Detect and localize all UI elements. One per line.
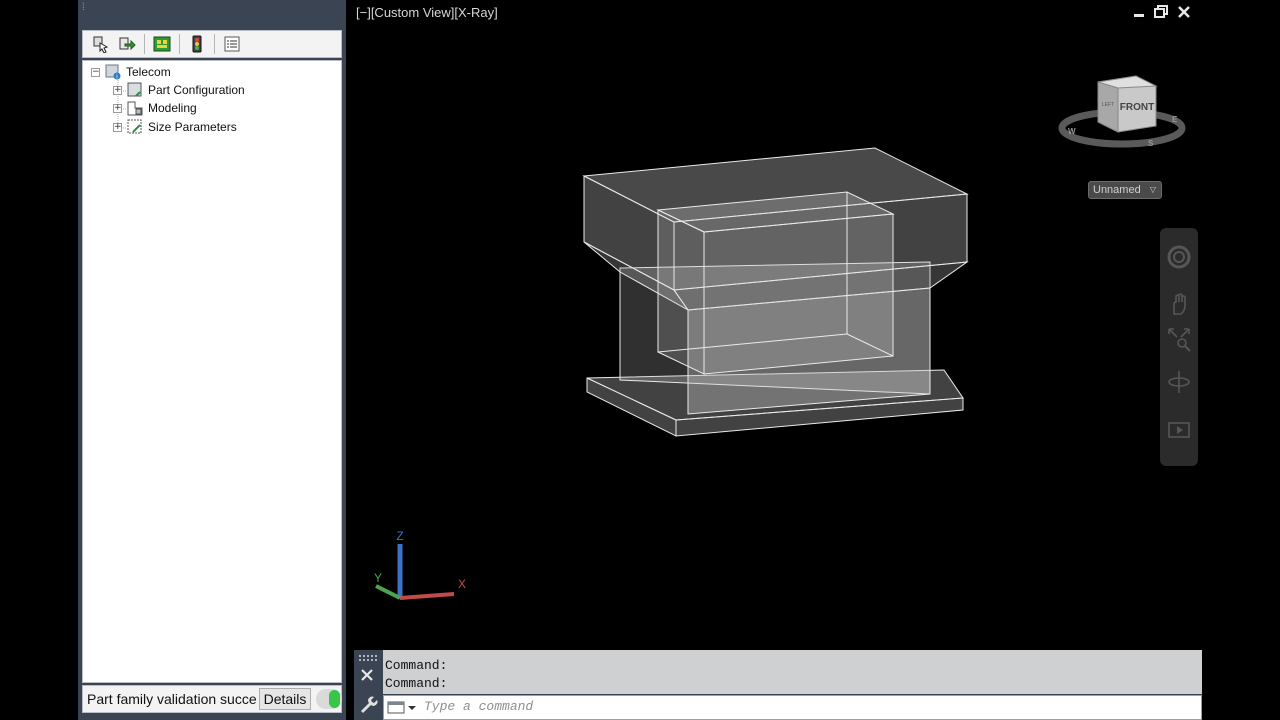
part-configuration-icon [127, 82, 142, 97]
catalog-icon[interactable] [150, 33, 174, 55]
part-builder-icon[interactable] [89, 33, 113, 55]
palette-grip[interactable]: ⁞ [82, 3, 86, 18]
list-icon[interactable] [220, 33, 244, 55]
expand-toggle[interactable]: + [113, 85, 122, 95]
part-family-icon: i [105, 64, 121, 80]
content-builder-palette: ⁞ − i Telecom + Part Configuration + Mod… [78, 0, 346, 720]
orbit-icon[interactable] [1166, 368, 1192, 394]
named-view-label: Unnamed [1093, 184, 1141, 196]
toolbar-separator [214, 34, 215, 54]
compass-west[interactable]: W [1068, 127, 1076, 136]
command-line: Command: Command: Type a command [354, 650, 1202, 720]
ucs-icon: Z X Y [374, 529, 466, 600]
status-light-icon [329, 690, 340, 708]
compass-east[interactable]: E [1172, 115, 1178, 124]
named-view-dropdown[interactable]: Unnamed ▽ [1088, 181, 1162, 199]
customize-wrench-icon[interactable] [358, 694, 378, 714]
tree-node-label: Telecom [126, 65, 171, 79]
expand-toggle[interactable]: + [113, 103, 122, 113]
viewcube-front-label[interactable]: FRONT [1120, 102, 1154, 113]
validation-message: Part family validation succes [87, 691, 257, 707]
compass-south[interactable]: S [1148, 139, 1154, 148]
showmotion-icon[interactable] [1166, 416, 1192, 442]
command-placeholder: Type a command [424, 699, 534, 714]
screen-border [1202, 0, 1280, 720]
command-history-line: Command: [385, 676, 448, 691]
ucs-z-label: Z [396, 529, 403, 543]
recent-commands-icon[interactable] [387, 700, 419, 715]
tree-node-size-parameters[interactable]: + Size Parameters [113, 118, 237, 136]
tree-node-part-configuration[interactable]: + Part Configuration [113, 81, 245, 99]
details-button[interactable]: Details [259, 688, 311, 710]
expand-toggle[interactable]: + [113, 122, 122, 132]
toolbar-separator [144, 34, 145, 54]
validate-icon[interactable] [185, 33, 209, 55]
modeling-icon [127, 101, 143, 116]
drawing-viewport[interactable]: [−][Custom View][X-Ray] FRONT LEFT W S E… [354, 0, 1203, 648]
collapse-toggle[interactable]: − [91, 67, 100, 77]
command-history: Command: Command: [383, 650, 1202, 694]
viewcube[interactable]: FRONT LEFT W S E [1058, 70, 1186, 154]
close-icon[interactable] [360, 668, 374, 682]
validation-status-indicator [316, 689, 342, 709]
steering-wheel-icon[interactable] [1166, 244, 1192, 270]
command-input[interactable]: Type a command [383, 695, 1202, 720]
command-grip-icon[interactable] [359, 655, 379, 663]
zoom-icon[interactable] [1166, 326, 1192, 352]
command-history-line: Command: [385, 658, 448, 673]
chevron-down-icon: ▽ [1149, 185, 1156, 194]
toolbar-separator [179, 34, 180, 54]
tree-node-modeling[interactable]: + Modeling [113, 99, 197, 117]
ucs-y-label: Y [374, 571, 382, 585]
viewcube-left-label[interactable]: LEFT [1102, 102, 1114, 108]
export-icon[interactable] [115, 33, 139, 55]
pan-icon[interactable] [1166, 292, 1192, 318]
size-parameters-icon [127, 119, 142, 134]
ucs-x-label: X [458, 577, 466, 591]
navigation-bar [1160, 228, 1198, 466]
tree-node-label: Part Configuration [148, 83, 245, 97]
tree-node-telecom[interactable]: − i Telecom [91, 63, 171, 81]
part-tree: − i Telecom + Part Configuration + Model… [82, 60, 342, 683]
tree-node-label: Size Parameters [148, 120, 237, 134]
tree-node-label: Modeling [148, 101, 197, 115]
validation-status-bar: Part family validation succes Details [82, 685, 342, 713]
palette-toolbar [82, 30, 342, 58]
